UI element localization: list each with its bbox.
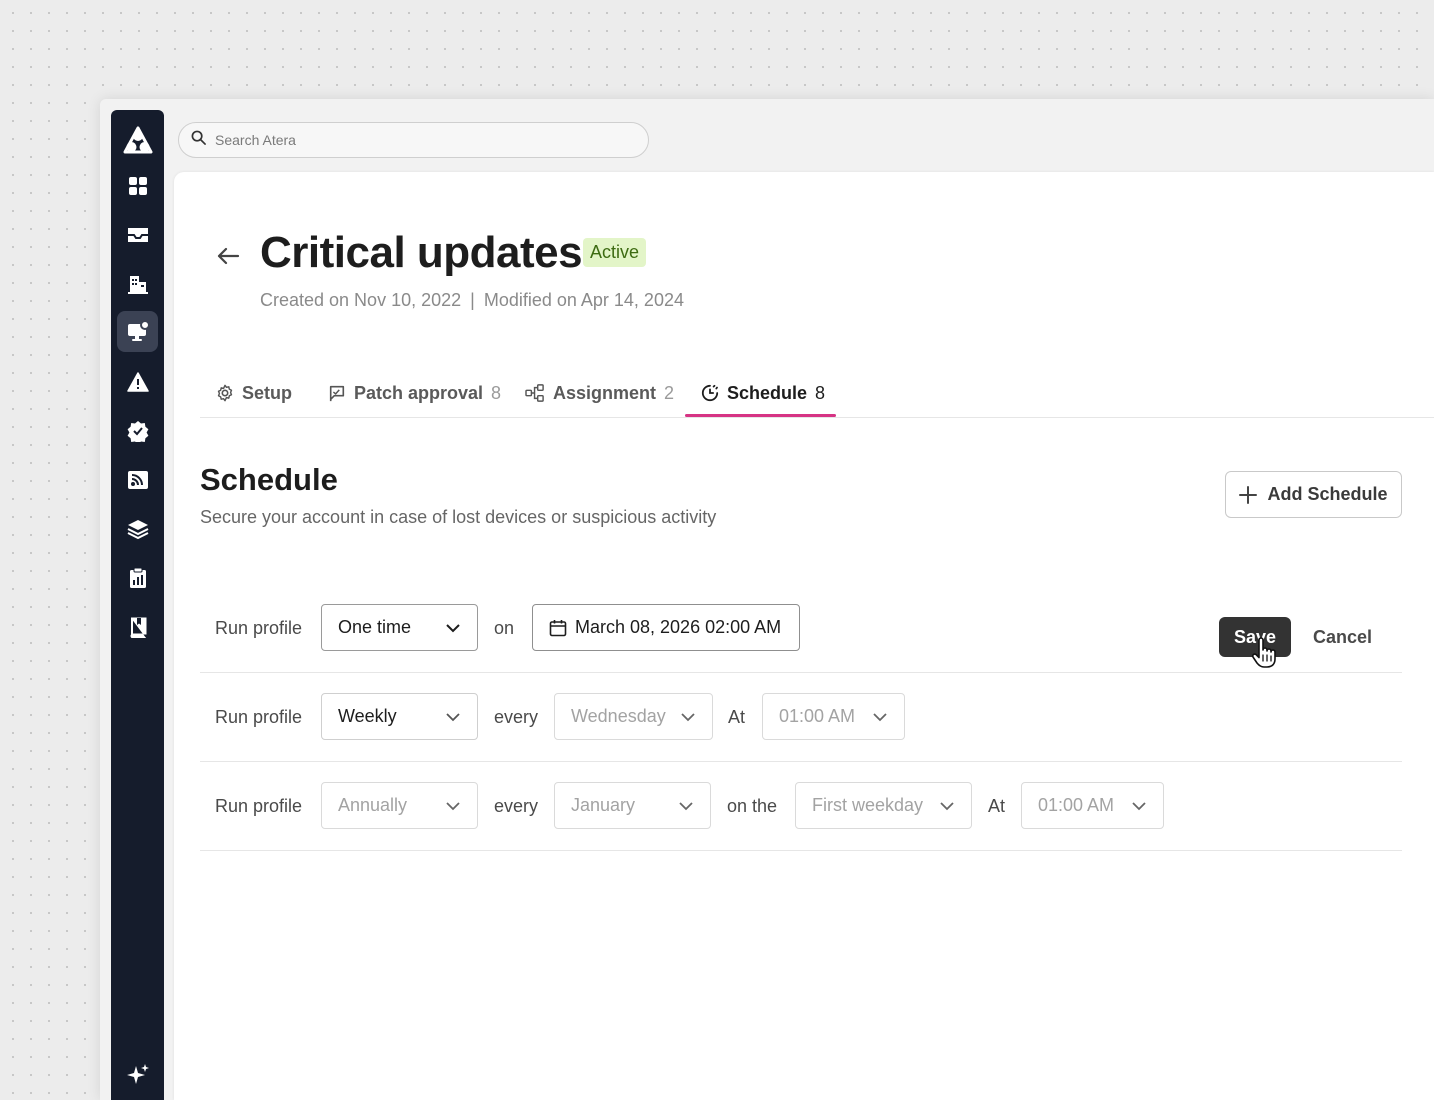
frequency-select[interactable]: One time xyxy=(321,604,478,651)
page-meta: Created on Nov 10, 2022 | Modified on Apr … xyxy=(260,290,684,311)
tickets-icon[interactable] xyxy=(117,214,158,255)
patch-icon[interactable] xyxy=(117,410,158,451)
gear-icon xyxy=(217,384,233,402)
layers-icon[interactable] xyxy=(117,508,158,549)
weekday-select[interactable]: Wednesday xyxy=(554,693,713,740)
add-schedule-button[interactable]: Add Schedule xyxy=(1225,471,1402,518)
reports-icon[interactable] xyxy=(117,557,158,598)
chevron-down-icon xyxy=(681,712,695,721)
on-label: on xyxy=(494,618,515,638)
frequency-value: Weekly xyxy=(338,706,397,726)
arrow-left-icon xyxy=(217,247,240,265)
chevron-down-icon xyxy=(446,712,460,721)
frequency-select[interactable]: Annually xyxy=(321,782,478,829)
tab-patch-approval[interactable]: Patch approval 8 xyxy=(328,368,501,418)
ai-sparkle-icon[interactable] xyxy=(117,1054,158,1095)
tab-patch-approval-count: 8 xyxy=(491,382,502,403)
schedule-row-annually: Run profile Annually every January on th… xyxy=(200,761,1402,851)
hierarchy-icon xyxy=(525,384,544,402)
calendar-icon xyxy=(549,619,567,636)
tab-setup[interactable]: Setup xyxy=(216,368,292,418)
tab-setup-label: Setup xyxy=(242,382,293,403)
every-label: every xyxy=(494,707,539,727)
frequency-value: One time xyxy=(338,617,412,637)
tab-assignment[interactable]: Assignment 2 xyxy=(525,368,674,418)
feeds-icon[interactable] xyxy=(117,459,158,500)
time-select[interactable]: 01:00 AM xyxy=(1021,782,1164,829)
alerts-icon[interactable] xyxy=(117,361,158,402)
cancel-button[interactable]: Cancel xyxy=(1304,617,1381,657)
frequency-select[interactable]: Weekly xyxy=(321,693,478,740)
chevron-down-icon xyxy=(940,801,954,810)
at-label: At xyxy=(728,707,746,727)
month-value: January xyxy=(571,795,636,815)
devices-icon[interactable] xyxy=(117,311,158,352)
clock-schedule-icon xyxy=(701,384,719,402)
meta-separator: | xyxy=(470,290,475,310)
chevron-down-icon xyxy=(446,623,460,632)
modified-date: Modified on Apr 14, 2024 xyxy=(483,290,684,310)
chevron-down-icon xyxy=(679,801,693,810)
at-label: At xyxy=(988,796,1006,816)
month-select[interactable]: January xyxy=(554,782,711,829)
dashboard-icon[interactable] xyxy=(117,165,158,206)
knowledge-base-icon[interactable] xyxy=(117,606,158,647)
time-value: 01:00 AM xyxy=(1038,795,1115,815)
schedule-row-one-time: Run profile One time on March 08, 2026 0… xyxy=(200,583,1402,673)
main-content: Critical updates Active Created on Nov 1… xyxy=(174,172,1434,1100)
approval-flag-icon xyxy=(329,385,345,402)
frequency-value: Annually xyxy=(338,795,408,815)
tab-assignment-label: Assignment xyxy=(553,382,657,403)
run-profile-label: Run profile xyxy=(215,707,303,727)
time-value: 01:00 AM xyxy=(779,706,856,726)
status-badge: Active xyxy=(583,238,647,267)
back-button[interactable] xyxy=(214,242,242,270)
weekday-value: Wednesday xyxy=(571,706,666,726)
weekday-occurrence-select[interactable]: First weekday xyxy=(795,782,972,829)
customers-icon[interactable] xyxy=(117,263,158,304)
add-schedule-label: Add Schedule xyxy=(1267,484,1388,504)
on-the-label: on the xyxy=(727,796,778,816)
schedule-row-weekly: Run profile Weekly every Wednesday At 01… xyxy=(200,672,1402,762)
weekday-occurrence-value: First weekday xyxy=(812,795,924,815)
app-window: Critical updates Active Created on Nov 1… xyxy=(100,99,1434,1100)
tab-schedule-count: 8 xyxy=(815,382,826,403)
run-profile-label: Run profile xyxy=(215,618,303,638)
search-icon xyxy=(191,130,206,150)
atera-logo-icon[interactable] xyxy=(117,120,158,161)
hand-pointer-cursor-icon xyxy=(1251,637,1276,668)
chevron-down-icon xyxy=(873,712,887,721)
section-subtitle: Secure your account in case of lost devi… xyxy=(200,507,717,527)
section-title: Schedule xyxy=(200,462,338,497)
run-profile-label: Run profile xyxy=(215,796,303,816)
plus-icon xyxy=(1239,485,1258,504)
datetime-picker[interactable]: March 08, 2026 02:00 AM xyxy=(532,604,800,651)
time-select[interactable]: 01:00 AM xyxy=(762,693,905,740)
tab-schedule-label: Schedule xyxy=(727,382,808,403)
chevron-down-icon xyxy=(1132,801,1146,810)
every-label: every xyxy=(494,796,539,816)
sidebar xyxy=(111,110,164,1100)
datetime-value: March 08, 2026 02:00 AM xyxy=(575,617,782,637)
active-tab-indicator xyxy=(685,414,836,417)
created-date: Created on Nov 10, 2022 xyxy=(260,290,462,310)
page-title: Critical updates xyxy=(260,228,583,277)
tab-patch-approval-label: Patch approval xyxy=(354,382,484,403)
tab-assignment-count: 2 xyxy=(664,382,675,403)
tab-bar: Setup Patch approval 8 Assignment 2 Sche… xyxy=(200,368,1434,418)
search-input[interactable] xyxy=(215,132,615,148)
chevron-down-icon xyxy=(446,801,460,810)
tab-schedule[interactable]: Schedule 8 xyxy=(701,368,825,418)
search-bar[interactable] xyxy=(178,122,649,158)
